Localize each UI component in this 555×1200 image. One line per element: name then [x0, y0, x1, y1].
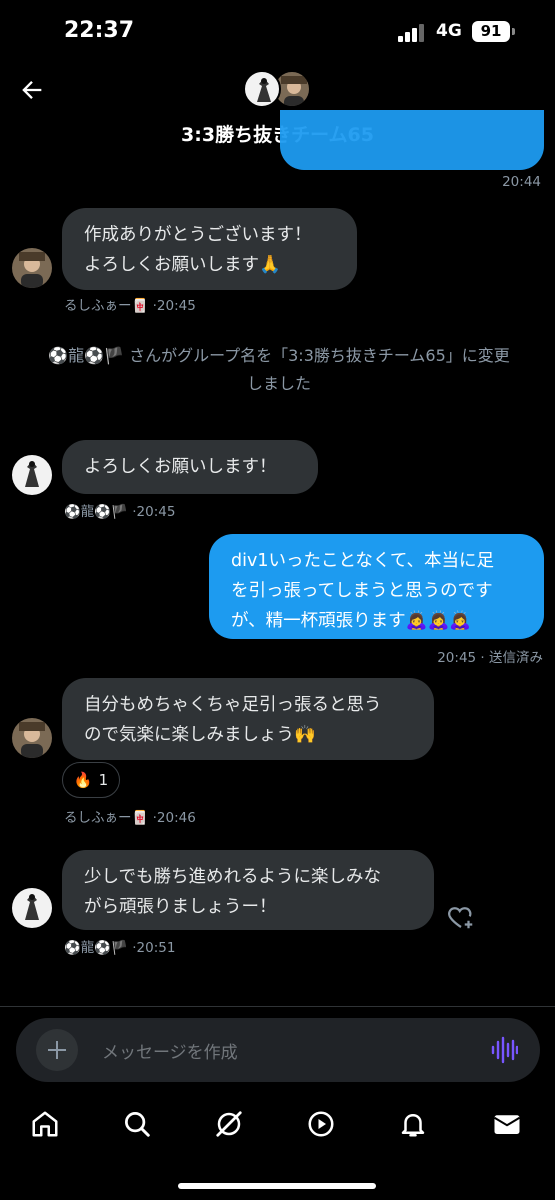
message-meta: ⚽龍⚽🏴 ·20:45: [64, 500, 175, 520]
sender-name[interactable]: るしふぁー🀄: [64, 298, 148, 314]
message-bubble-outgoing[interactable]: [280, 110, 544, 170]
message-bubble-incoming[interactable]: よろしくお願いします！: [62, 440, 318, 494]
bell-icon[interactable]: [398, 1109, 428, 1139]
message-timestamp: 20:44: [502, 174, 541, 190]
message-status: 20:45 · 送信済み: [437, 650, 543, 666]
add-media-button[interactable]: [36, 1029, 78, 1071]
message-bubble-outgoing[interactable]: div1いったことなくて、本当に足 を引っ張ってしまうと思うのです が、精一杯頑…: [209, 534, 544, 639]
reaction-pill[interactable]: 🔥 1: [62, 762, 120, 798]
message-timestamp: ·20:51: [132, 940, 176, 956]
message-timestamp: ·20:45: [152, 298, 196, 314]
sender-name[interactable]: るしふぁー🀄: [64, 810, 148, 826]
message-timestamp: ·20:45: [132, 504, 176, 520]
avatar[interactable]: [12, 888, 52, 928]
mail-icon[interactable]: [492, 1109, 522, 1139]
network-type: 4G: [436, 21, 462, 41]
message-meta: ⚽龍⚽🏴 ·20:51: [64, 936, 175, 956]
grok-icon[interactable]: [214, 1109, 244, 1139]
system-message: ⚽龍⚽🏴 さんがグループ名を「3:3勝ち抜きチーム65」に変更 しました: [14, 342, 544, 398]
back-arrow-icon[interactable]: [18, 76, 46, 104]
message-line: よろしくお願いします！: [84, 457, 277, 477]
message-input[interactable]: メッセージを作成: [102, 1038, 238, 1063]
avatar[interactable]: [12, 455, 52, 495]
message-timestamp: ·20:46: [152, 810, 196, 826]
message-line: 作成ありがとうございます！: [84, 225, 312, 245]
system-message-line: ⚽龍⚽🏴 さんがグループ名を「3:3勝ち抜きチーム65」に変更: [48, 346, 510, 365]
message-bubble-incoming[interactable]: 作成ありがとうございます！ よろしくお願いします🙏: [62, 208, 357, 290]
bottom-tab-bar: [0, 1093, 555, 1153]
message-composer: メッセージを作成: [16, 1018, 540, 1082]
message-line: を引っ張ってしまうと思うのです: [231, 581, 493, 601]
message-line: 少しでも勝ち進めれるように楽しみな: [84, 867, 381, 887]
divider: [0, 1006, 555, 1007]
message-line: が、精一杯頑張ります🙇‍♀️🙇‍♀️🙇‍♀️: [231, 611, 472, 631]
message-meta: るしふぁー🀄 ·20:45: [64, 294, 196, 314]
battery-icon: 91: [472, 21, 515, 42]
sender-name[interactable]: ⚽龍⚽🏴: [64, 940, 128, 956]
home-icon[interactable]: [30, 1109, 60, 1139]
sender-name[interactable]: ⚽龍⚽🏴: [64, 504, 128, 520]
system-message-line: しました: [246, 374, 311, 393]
play-icon[interactable]: [306, 1109, 336, 1139]
status-bar: 22:37 4G 91: [0, 0, 555, 64]
add-reaction-icon[interactable]: [446, 902, 476, 932]
voice-message-icon[interactable]: [490, 1036, 518, 1064]
message-bubble-incoming[interactable]: 少しでも勝ち進めれるように楽しみな がら頑張りましょうー！: [62, 850, 434, 930]
avatar[interactable]: [12, 248, 52, 288]
message-bubble-incoming[interactable]: 自分もめちゃくちゃ足引っ張ると思う ので気楽に楽しみましょう🙌: [62, 678, 434, 760]
message-line: div1いったことなくて、本当に足: [231, 551, 495, 571]
message-meta: るしふぁー🀄 ·20:46: [64, 806, 196, 826]
search-icon[interactable]: [122, 1109, 152, 1139]
fire-emoji: 🔥: [73, 771, 93, 789]
group-avatars[interactable]: [243, 68, 313, 110]
reaction-count: 1: [98, 771, 109, 789]
avatar: [243, 70, 281, 108]
home-indicator: [178, 1183, 376, 1189]
message-line: ので気楽に楽しみましょう🙌: [84, 725, 316, 745]
message-line: よろしくお願いします🙏: [84, 255, 281, 275]
signal-icon: [398, 24, 428, 42]
message-line: 自分もめちゃくちゃ足引っ張ると思う: [84, 695, 382, 715]
avatar[interactable]: [12, 718, 52, 758]
message-line: がら頑張りましょうー！: [84, 897, 277, 917]
status-time: 22:37: [64, 18, 135, 43]
